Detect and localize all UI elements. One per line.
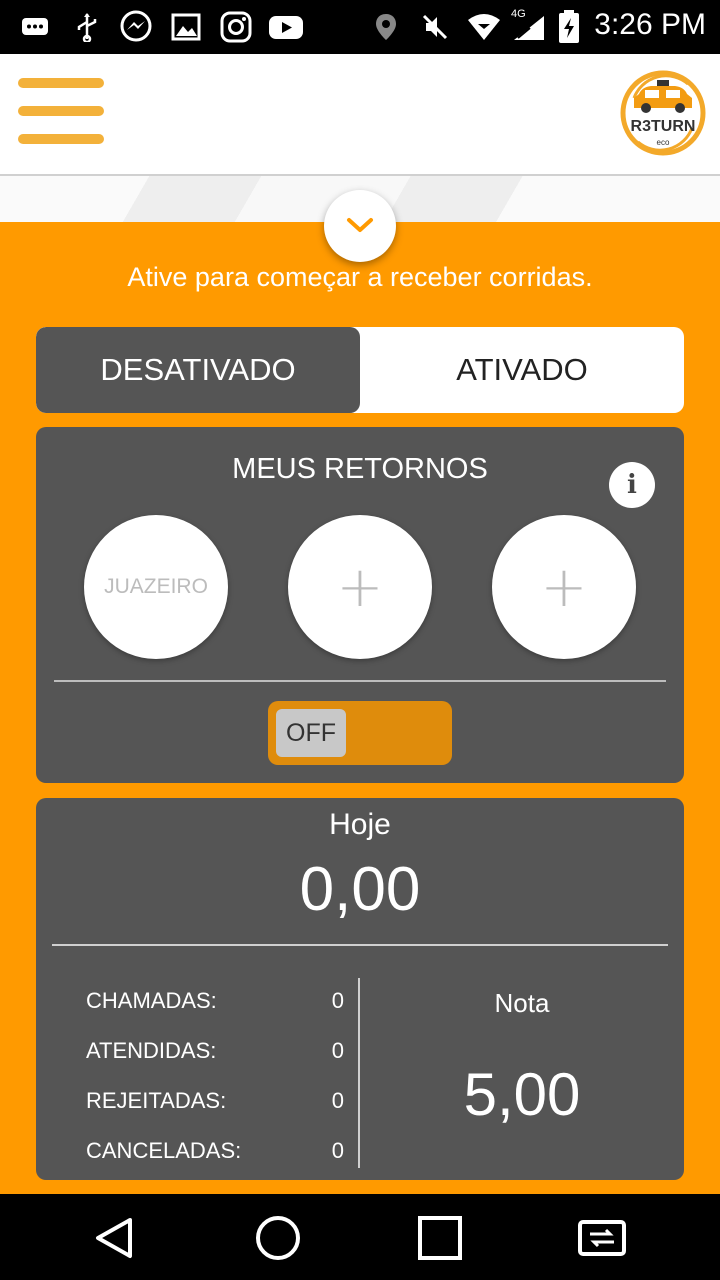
availability-toggle[interactable]: DESATIVADO ATIVADO [36,327,684,413]
stat-row-calls: CHAMADAS: 0 [86,980,344,1020]
recents-icon[interactable] [414,1212,466,1264]
rating-value: 5,00 [463,1061,581,1128]
return-logo: R3TURN eco [620,70,706,156]
usb-icon [77,13,97,42]
screen-switch-icon[interactable] [576,1212,628,1264]
plus-icon: + [336,554,384,620]
stat-label: CANCELADAS: [86,1138,242,1163]
activated-option[interactable]: ATIVADO [360,327,684,413]
plus-icon: + [540,554,588,620]
clock: 3:26 PM [594,8,706,41]
location-icon [376,14,396,40]
stat-row-cancelled: CANCELADAS: 0 [86,1130,344,1170]
deactivated-option[interactable]: DESATIVADO [36,327,360,413]
divider [54,680,666,682]
collapse-panel-button[interactable] [324,190,396,262]
wifi-icon [468,14,500,40]
stat-row-rejected: REJEITADAS: 0 [86,1080,344,1120]
menu-line [18,78,104,88]
gallery-icon [171,13,201,41]
system-nav-bar [0,1194,720,1280]
instagram-icon [220,11,252,43]
menu-line [18,106,104,116]
returns-switch[interactable]: OFF [268,701,452,765]
my-returns-card: MEUS RETORNOS i JUAZEIRO + + OFF [36,427,684,783]
signal-icon [514,16,544,40]
back-icon[interactable] [90,1212,142,1264]
today-earnings: 0,00 [299,855,421,924]
logo-text: R3TURN [631,118,696,135]
stat-value: 0 [331,1088,344,1113]
stat-value: 0 [331,988,344,1013]
app-header: R3TURN eco [0,54,720,176]
stats-card: Hoje 0,00 CHAMADAS: 0 ATENDIDAS: 0 REJEI… [36,798,684,1180]
stat-label: ATENDIDAS: [86,1038,217,1063]
info-icon[interactable]: i [609,462,655,508]
returns-title: MEUS RETORNOS [232,453,488,485]
home-icon[interactable] [252,1212,304,1264]
rating-label: Nota [494,988,550,1018]
youtube-icon [269,16,303,39]
return-slot-juazeiro[interactable]: JUAZEIRO [84,515,228,659]
stat-value: 0 [331,1038,344,1063]
divider [52,944,668,946]
mute-icon [422,14,448,40]
activation-hint: Ative para começar a receber corridas. [127,262,593,292]
chevron-down-icon [347,218,373,232]
driver-panel: Ative para começar a receber corridas. D… [0,190,720,1194]
today-label: Hoje [329,808,391,841]
stat-row-answered: ATENDIDAS: 0 [86,1030,344,1070]
menu-line [18,134,104,144]
chat-bubble-icon [22,18,48,35]
stat-label: CHAMADAS: [86,988,217,1013]
stat-value: 0 [331,1138,344,1163]
battery-charging-icon [559,10,579,43]
logo-sub-text: eco [657,138,670,147]
add-return-button[interactable]: + [288,515,432,659]
stat-label: REJEITADAS: [86,1088,227,1113]
return-slot-label: JUAZEIRO [104,575,208,598]
messenger-icon [120,10,152,42]
add-return-button[interactable]: + [492,515,636,659]
switch-knob: OFF [276,709,346,757]
status-bar: 4G 3:26 PM [0,0,720,54]
hamburger-menu-icon[interactable] [0,54,120,174]
